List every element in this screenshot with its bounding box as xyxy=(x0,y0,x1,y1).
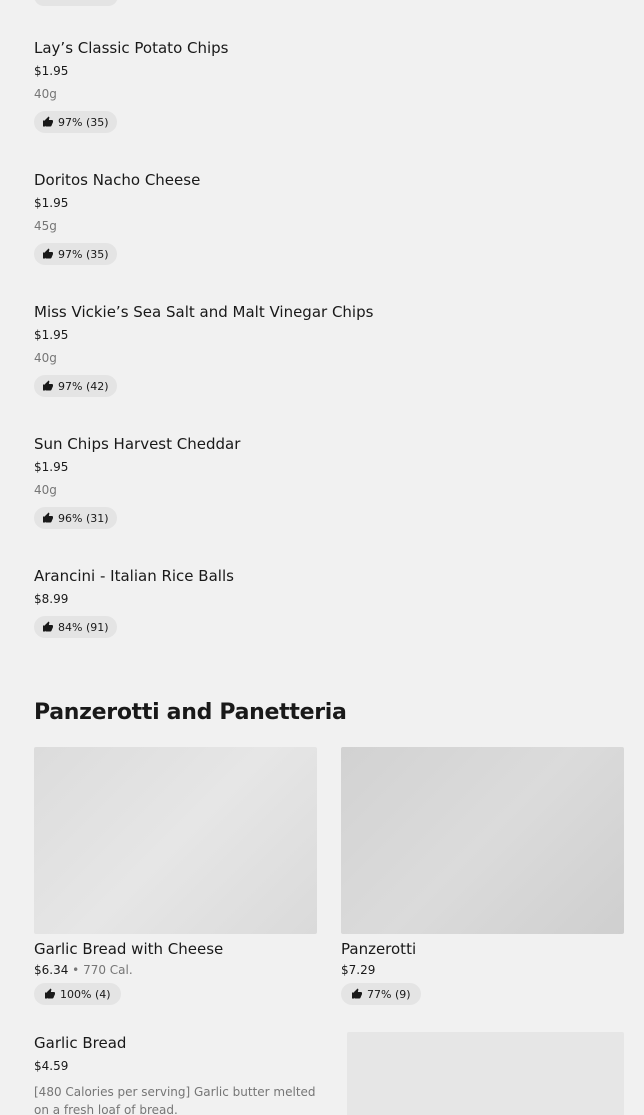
item-title: Garlic Bread with Cheese xyxy=(34,940,224,958)
rating-badge: 97% (42) xyxy=(34,375,117,397)
menu-item-arancini[interactable]: Arancini - Italian Rice Balls $8.99 84% … xyxy=(34,567,624,638)
item-image xyxy=(347,1032,624,1115)
thumbs-up-icon xyxy=(45,988,55,999)
rating-badge: 97% (35) xyxy=(34,243,117,265)
section-heading: Panzerotti and Panetteria xyxy=(34,700,347,725)
item-title: Garlic Bread xyxy=(34,1034,127,1052)
item-title: Doritos Nacho Cheese xyxy=(34,171,201,189)
item-size: 40g xyxy=(34,87,57,101)
rating-text: 100% (4) xyxy=(60,987,111,1001)
rating-text: 97% (35) xyxy=(58,115,109,129)
thumbs-up-icon xyxy=(43,512,53,523)
item-price: $8.99 xyxy=(34,592,69,606)
item-size: 45g xyxy=(34,219,57,233)
menu-item-garlic-bread[interactable]: Garlic Bread $4.59 [480 Calories per ser… xyxy=(34,1034,334,1115)
item-title: Arancini - Italian Rice Balls xyxy=(34,567,234,585)
item-price: $4.59 xyxy=(34,1059,69,1073)
menu-item-lays[interactable]: Lay’s Classic Potato Chips $1.95 40g 97%… xyxy=(34,39,624,133)
menu-item-sun-chips[interactable]: Sun Chips Harvest Cheddar $1.95 40g 96% … xyxy=(34,435,624,529)
item-title: Miss Vickie’s Sea Salt and Malt Vinegar … xyxy=(34,303,374,321)
item-price: $1.95 xyxy=(34,64,69,78)
item-meta: $7.29 xyxy=(341,963,624,977)
item-image xyxy=(341,747,624,934)
rating-text: 97% (42) xyxy=(58,379,109,393)
rating-text: 97% (35) xyxy=(58,247,109,261)
thumbs-up-icon xyxy=(43,380,53,391)
item-description: [480 Calories per serving] Garlic butter… xyxy=(34,1085,316,1115)
thumbs-up-icon xyxy=(43,621,53,632)
item-title: Lay’s Classic Potato Chips xyxy=(34,39,229,57)
item-size: 40g xyxy=(34,483,57,497)
item-price: $1.95 xyxy=(34,328,69,342)
item-calories: 770 Cal. xyxy=(83,963,133,977)
menu-card-garlic-bread-cheese[interactable]: Garlic Bread with Cheese $6.34 • 770 Cal… xyxy=(34,747,317,1005)
item-title: Panzerotti xyxy=(341,940,417,958)
item-price: $7.29 xyxy=(341,963,376,977)
rating-pill-partial xyxy=(34,0,118,6)
thumbs-up-icon xyxy=(43,116,53,127)
menu-item-miss-vickies[interactable]: Miss Vickie’s Sea Salt and Malt Vinegar … xyxy=(34,303,624,397)
store-menu-page: Lay’s Classic Potato Chips $1.95 40g 97%… xyxy=(0,0,644,1115)
item-price: $6.34 xyxy=(34,963,69,977)
item-price: $1.95 xyxy=(34,460,69,474)
rating-text: 77% (9) xyxy=(367,987,411,1001)
item-size: 40g xyxy=(34,351,57,365)
rating-text: 96% (31) xyxy=(58,511,109,525)
item-meta: $6.34 • 770 Cal. xyxy=(34,963,317,977)
rating-text: 84% (91) xyxy=(58,620,109,634)
rating-badge: 97% (35) xyxy=(34,111,117,133)
meta-separator: • xyxy=(68,963,84,977)
item-title: Sun Chips Harvest Cheddar xyxy=(34,435,241,453)
rating-badge: 84% (91) xyxy=(34,616,117,638)
rating-badge: 100% (4) xyxy=(34,983,121,1005)
thumbs-up-icon xyxy=(43,248,53,259)
rating-badge: 96% (31) xyxy=(34,507,117,529)
item-image xyxy=(34,747,317,934)
menu-item-doritos[interactable]: Doritos Nacho Cheese $1.95 45g 97% (35) xyxy=(34,171,624,265)
thumbs-up-icon xyxy=(352,988,362,999)
menu-card-panzerotti[interactable]: Panzerotti $7.29 77% (9) xyxy=(341,747,624,1005)
item-price: $1.95 xyxy=(34,196,69,210)
rating-badge: 77% (9) xyxy=(341,983,421,1005)
